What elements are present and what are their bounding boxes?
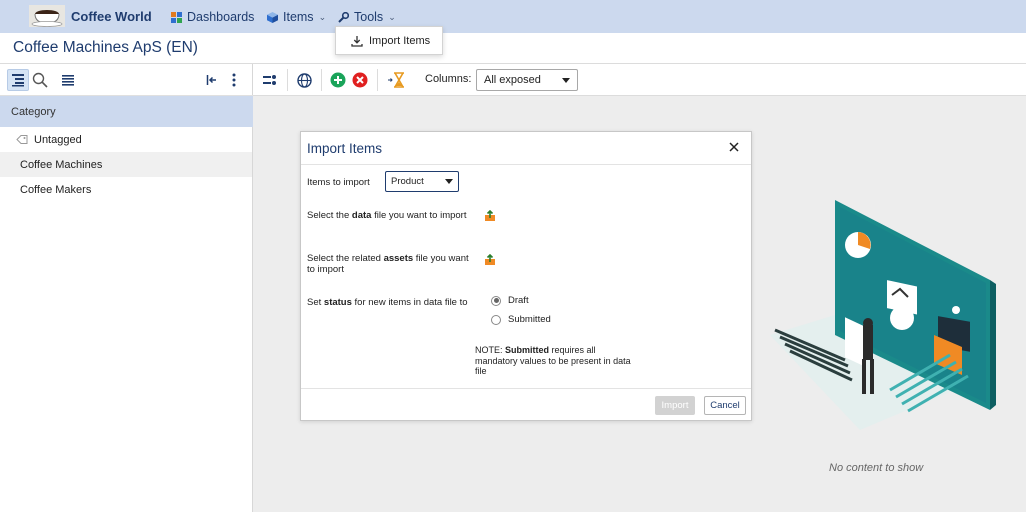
close-button[interactable]	[726, 139, 742, 155]
dialog-footer: Import Cancel	[301, 388, 751, 421]
tools-menu-item-label: Import Items	[369, 34, 431, 47]
columns-config-icon	[263, 75, 276, 85]
dropdown-arrow-icon	[562, 77, 570, 83]
dropdown-arrow-icon	[445, 179, 453, 184]
remove-button[interactable]	[349, 69, 371, 91]
category-toolbar	[0, 64, 253, 96]
nav-items-label: Items	[283, 10, 314, 24]
list-view-button[interactable]	[57, 69, 79, 91]
dialog-header: Import Items	[301, 132, 751, 165]
add-button[interactable]	[327, 69, 349, 91]
collapse-left-icon	[206, 75, 216, 85]
chevron-down-icon: ⌄	[388, 11, 396, 22]
columns-select[interactable]: All exposed	[476, 69, 578, 91]
tree-item-coffee-makers[interactable]: Coffee Makers	[0, 177, 252, 202]
data-file-label: Select the data file you want to import	[307, 210, 467, 221]
globe-icon	[296, 72, 312, 88]
toolbar-divider	[321, 69, 322, 91]
column-config-button[interactable]	[259, 69, 281, 91]
more-options-button[interactable]	[223, 69, 245, 91]
import-button[interactable]: Import	[655, 396, 695, 415]
status-submitted-radio[interactable]: Submitted	[491, 314, 551, 325]
import-items-dialog: Import Items Items to import Product Sel…	[300, 131, 752, 421]
radio-button[interactable]	[491, 314, 501, 325]
page-title-bar: Coffee Machines ApS (EN)	[0, 33, 1026, 64]
columns-select-value: All exposed	[484, 74, 541, 86]
tree-item-label: Untagged	[34, 133, 82, 146]
status-draft-radio[interactable]: Draft	[491, 295, 529, 306]
items-to-import-value: Product	[391, 176, 424, 187]
status-label: Set status for new items in data file to	[307, 297, 468, 308]
download-icon	[351, 35, 363, 47]
more-vertical-icon	[232, 73, 236, 87]
nav-dashboards[interactable]: Dashboards	[171, 10, 254, 24]
nav-tools[interactable]: Tools ⌄	[338, 10, 396, 24]
upload-assets-file-icon[interactable]	[484, 254, 496, 266]
tree-view-button[interactable]	[7, 69, 29, 91]
status-submitted-label: Submitted	[508, 314, 551, 325]
columns-label: Columns:	[425, 73, 472, 85]
brand-name[interactable]: Coffee World	[71, 9, 152, 24]
submitted-note: NOTE: Submitted requires all mandatory v…	[475, 345, 631, 376]
tag-icon	[16, 135, 28, 144]
toolbar-divider	[377, 69, 378, 91]
tree-item-label: Coffee Machines	[20, 158, 103, 171]
empty-state-text: No content to show	[829, 462, 924, 474]
page-title: Coffee Machines ApS (EN)	[13, 39, 198, 56]
tree-item-label: Coffee Makers	[20, 183, 92, 196]
nav-items[interactable]: Items ⌄	[267, 10, 326, 24]
category-header: Category	[0, 96, 253, 127]
add-icon	[330, 72, 346, 88]
assets-file-label: Select the related assets file you want …	[307, 253, 469, 275]
upload-data-file-icon[interactable]	[484, 210, 496, 222]
toolbar-divider	[287, 69, 288, 91]
status-draft-label: Draft	[508, 295, 529, 306]
pending-button[interactable]	[387, 69, 409, 91]
close-icon	[729, 142, 739, 152]
radio-button[interactable]	[491, 295, 501, 306]
tools-menu-import-items[interactable]: Import Items	[335, 26, 443, 55]
language-button[interactable]	[293, 69, 315, 91]
nav-dashboards-label: Dashboards	[187, 10, 255, 24]
search-button[interactable]	[29, 69, 51, 91]
search-icon	[32, 72, 48, 88]
list-icon	[62, 75, 74, 86]
collapse-panel-button[interactable]	[201, 69, 223, 91]
main-toolbar: Columns: All exposed	[253, 64, 1026, 96]
hourglass-icon	[388, 72, 404, 88]
tree-item-untagged[interactable]: Untagged	[0, 127, 252, 152]
cancel-button[interactable]: Cancel	[704, 396, 746, 415]
tree-item-coffee-machines[interactable]: Coffee Machines	[0, 152, 252, 177]
nav-tools-label: Tools	[354, 10, 384, 24]
wrench-icon	[338, 11, 349, 23]
remove-icon	[352, 72, 368, 88]
cube-icon	[267, 11, 278, 23]
top-navigation-bar: Coffee World Dashboards Items ⌄ Tools ⌄	[0, 0, 1026, 33]
tree-view-icon	[12, 74, 24, 87]
chevron-down-icon: ⌄	[318, 11, 327, 22]
coffee-cup-logo	[29, 5, 65, 27]
empty-state-illustration	[770, 200, 996, 430]
category-panel: Category Untagged Coffee Machines Coffee…	[0, 64, 253, 512]
dialog-title: Import Items	[307, 141, 383, 156]
items-to-import-select[interactable]: Product	[385, 171, 459, 192]
dashboard-icon	[171, 11, 182, 23]
